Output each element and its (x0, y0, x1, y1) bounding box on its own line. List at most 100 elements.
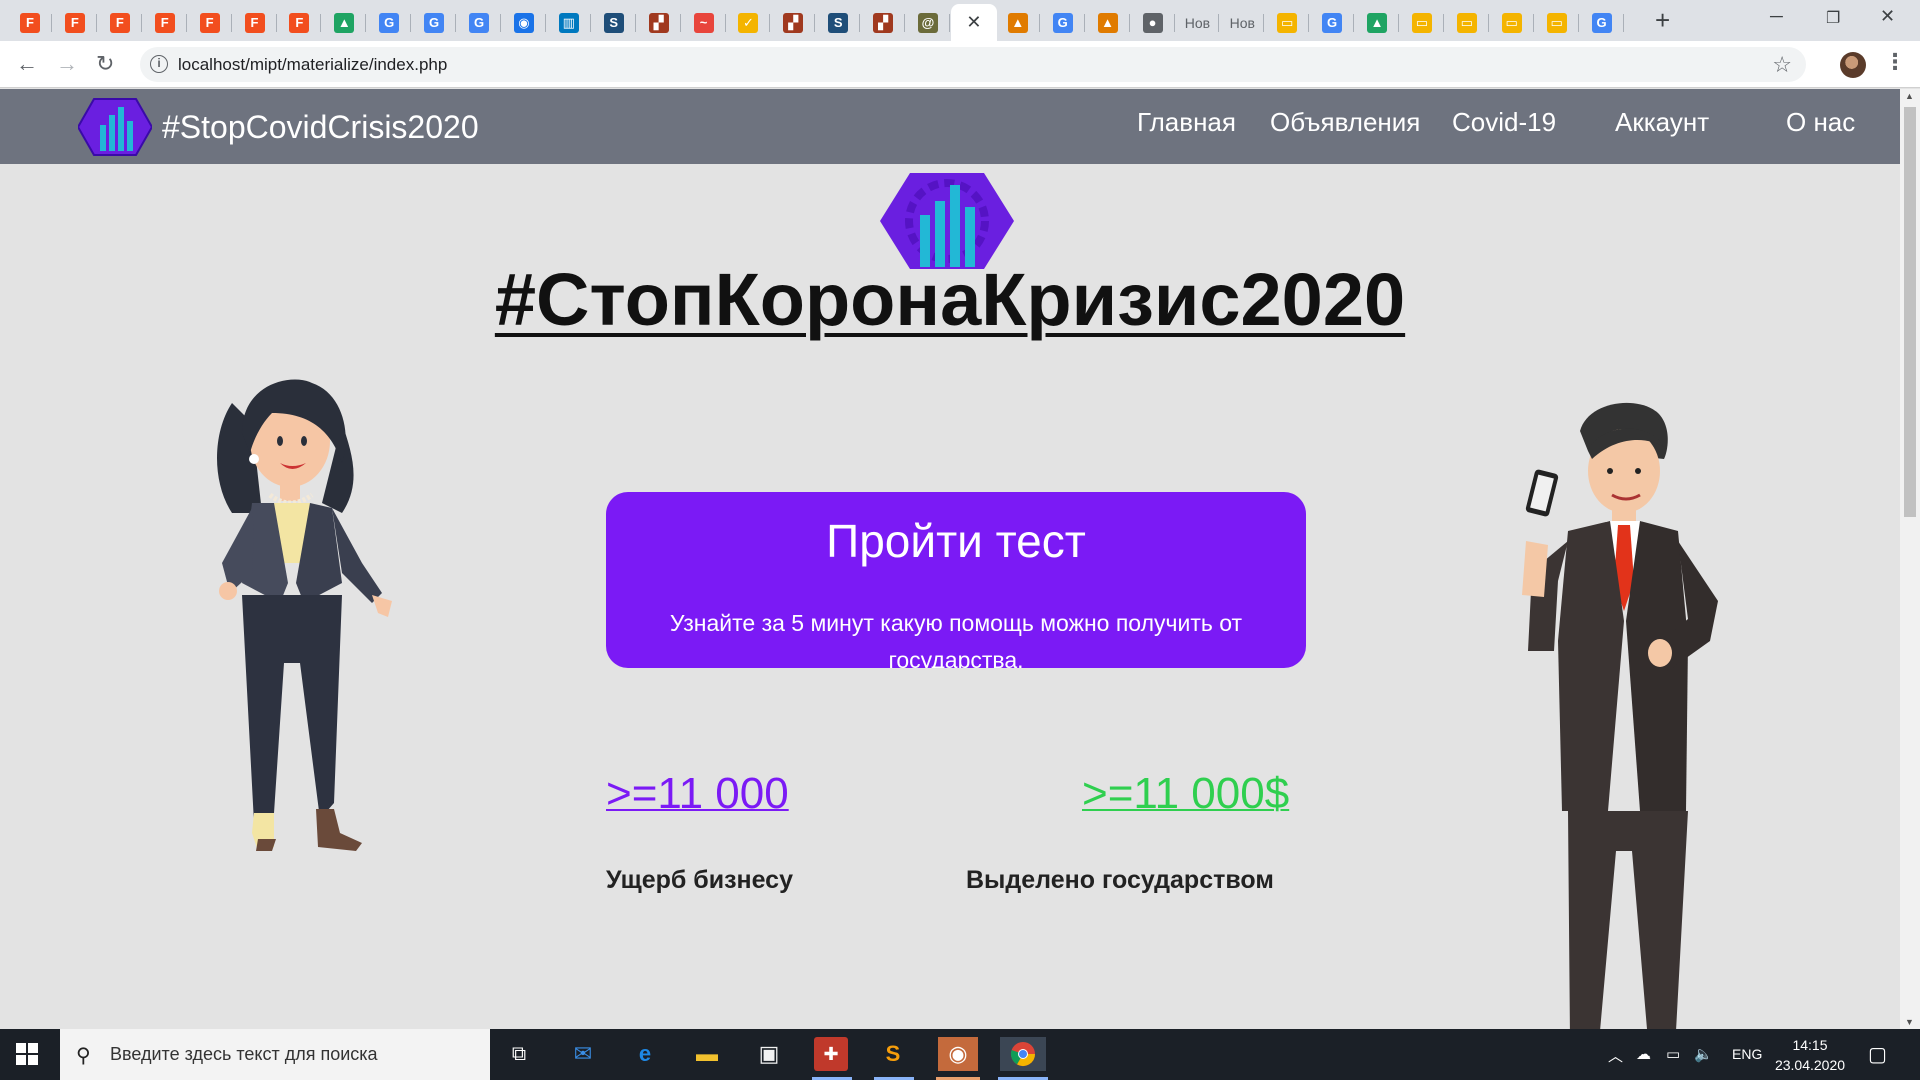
site-info-icon[interactable]: i (150, 55, 168, 73)
tab-new[interactable]: Нов (1220, 4, 1265, 41)
tab-slides[interactable]: ▭ (1265, 4, 1310, 41)
tab-separator (814, 14, 816, 32)
discord-icon[interactable]: ◉ (938, 1037, 978, 1071)
windows-start-icon[interactable] (16, 1043, 38, 1065)
tray-chevron-icon[interactable]: ︿ (1608, 1045, 1623, 1066)
stat-damage-value[interactable]: >=11 000 (606, 769, 789, 819)
edge-icon[interactable]: e (628, 1037, 662, 1071)
tab-google[interactable]: G (1580, 4, 1624, 41)
brand-logo-icon[interactable] (78, 97, 152, 157)
task-view-icon[interactable]: ⧉ (502, 1037, 536, 1071)
take-test-card[interactable]: Пройти тест Узнайте за 5 минут какую пом… (606, 492, 1306, 668)
new-tab-button[interactable]: + (1655, 7, 1670, 33)
figma-icon: F (64, 12, 85, 33)
language-indicator[interactable]: ENG (1732, 1046, 1762, 1062)
tab-google-drive[interactable]: ▲ (322, 4, 367, 41)
google-icon: G (1052, 12, 1073, 33)
brand-title[interactable]: #StopCovidCrisis2020 (162, 109, 479, 146)
sublime-text-icon[interactable]: S (876, 1037, 910, 1071)
tab-figma[interactable]: F (143, 4, 187, 41)
hero-title[interactable]: #СтопКоронаКризис2020 (0, 257, 1900, 342)
close-tab-icon[interactable]: ✕ (966, 12, 981, 33)
tab-separator (320, 14, 322, 32)
tab-figma[interactable]: F (277, 4, 322, 41)
take-test-title[interactable]: Пройти тест (606, 514, 1306, 568)
page-viewport: #StopCovidCrisis2020 Главная Объявления … (0, 89, 1900, 1029)
tab-google[interactable]: G (367, 4, 412, 41)
tab-separator (140, 14, 142, 32)
tab-separator (500, 14, 501, 32)
reload-icon[interactable]: ↻ (96, 51, 114, 77)
tab-checkbox[interactable]: ✓ (726, 4, 771, 41)
tab-chat[interactable]: ◉ (502, 4, 546, 41)
url-text[interactable]: localhost/mipt/materialize/index.php (178, 55, 447, 75)
tab-new[interactable]: Нов (1175, 4, 1220, 41)
browser-menu-icon[interactable]: ⋮ (1884, 49, 1906, 75)
address-bar[interactable]: i localhost/mipt/materialize/index.php ☆ (140, 47, 1806, 82)
tab-blocks[interactable]: ▞ (861, 4, 906, 41)
tab-swirl[interactable]: @ (906, 4, 950, 41)
browser-toolbar: ← → ↻ i localhost/mipt/materialize/index… (0, 41, 1920, 88)
tab-blocks[interactable]: ▞ (637, 4, 681, 41)
tab-figma[interactable]: F (8, 4, 52, 41)
maximize-button[interactable]: ❐ (1826, 8, 1840, 28)
page-scrollbar[interactable]: ▲ ▼ (1900, 89, 1920, 1029)
tab-google[interactable]: G (1041, 4, 1085, 41)
forward-icon[interactable]: → (56, 51, 78, 77)
tab-slides[interactable]: ▭ (1445, 4, 1489, 41)
tab-slides[interactable]: ▭ (1490, 4, 1534, 41)
tab-stackoverflow[interactable]: S (816, 4, 861, 41)
tab-figma[interactable]: F (98, 4, 142, 41)
notifications-icon[interactable]: ▢ (1868, 1042, 1887, 1067)
windows-taskbar: ⚲ Введите здесь текст для поиска ⧉ ✉ e ▬… (0, 1029, 1920, 1080)
back-icon[interactable]: ← (16, 51, 38, 77)
tab-blocks[interactable]: ▞ (771, 4, 816, 41)
scroll-down-icon[interactable]: ▼ (1905, 1017, 1914, 1027)
tab-active[interactable]: ✕ (950, 4, 997, 41)
tab-separator (1442, 14, 1444, 32)
volume-icon[interactable]: 🔈 (1694, 1045, 1713, 1063)
tab-google[interactable]: G (412, 4, 457, 41)
tab-slides[interactable]: ▭ (1400, 4, 1444, 41)
nav-link-ads[interactable]: Объявления (1270, 107, 1420, 138)
tab-separator (589, 14, 591, 32)
minimize-button[interactable]: ─ (1770, 6, 1783, 27)
tab-stackoverflow[interactable]: S (592, 4, 636, 41)
nav-link-covid[interactable]: Covid-19 (1452, 107, 1556, 138)
onedrive-icon[interactable]: ☁ (1636, 1045, 1651, 1063)
tab-trello[interactable]: ▥ (547, 4, 591, 41)
taskbar-clock[interactable]: 14:15 23.04.2020 (1770, 1035, 1850, 1075)
stat-allocated-value[interactable]: >=11 000$ (1082, 769, 1289, 819)
tab-separator (1532, 14, 1534, 32)
tab-chart[interactable]: ~ (682, 4, 726, 41)
tab-separator (1263, 14, 1265, 32)
taskbar-search-field[interactable]: ⚲ Введите здесь текст для поиска (60, 1029, 490, 1080)
stackoverflow-icon: S (603, 12, 624, 33)
profile-avatar[interactable] (1840, 52, 1866, 78)
scroll-up-icon[interactable]: ▲ (1905, 91, 1914, 101)
battery-icon[interactable]: ▭ (1666, 1045, 1680, 1063)
tab-google[interactable]: G (1310, 4, 1355, 41)
clock-time: 14:15 (1792, 1037, 1828, 1053)
tab-slides[interactable]: ▭ (1535, 4, 1579, 41)
pma-icon: ▲ (1097, 12, 1118, 33)
mail-icon[interactable]: ✉ (566, 1037, 600, 1071)
nav-link-about[interactable]: О нас (1786, 107, 1855, 138)
store-icon[interactable]: ▣ (752, 1037, 786, 1071)
tab-figma[interactable]: F (53, 4, 97, 41)
close-window-button[interactable]: ✕ (1880, 6, 1895, 27)
tab-google-drive[interactable]: ▲ (1355, 4, 1399, 41)
tab-figma[interactable]: F (233, 4, 277, 41)
chrome-icon[interactable] (1000, 1037, 1046, 1071)
scrollbar-thumb[interactable] (1904, 107, 1916, 517)
tab-pma[interactable]: ▲ (996, 4, 1040, 41)
nav-link-account[interactable]: Аккаунт (1615, 107, 1709, 138)
tab-pma[interactable]: ▲ (1086, 4, 1130, 41)
file-explorer-icon[interactable]: ▬ (690, 1037, 724, 1071)
tab-globe[interactable]: ● (1131, 4, 1175, 41)
tab-google[interactable]: G (457, 4, 501, 41)
nav-link-home[interactable]: Главная (1137, 107, 1236, 138)
bookmark-star-icon[interactable]: ☆ (1772, 52, 1792, 78)
tab-figma[interactable]: F (188, 4, 232, 41)
gift-app-icon[interactable]: ✚ (814, 1037, 848, 1071)
